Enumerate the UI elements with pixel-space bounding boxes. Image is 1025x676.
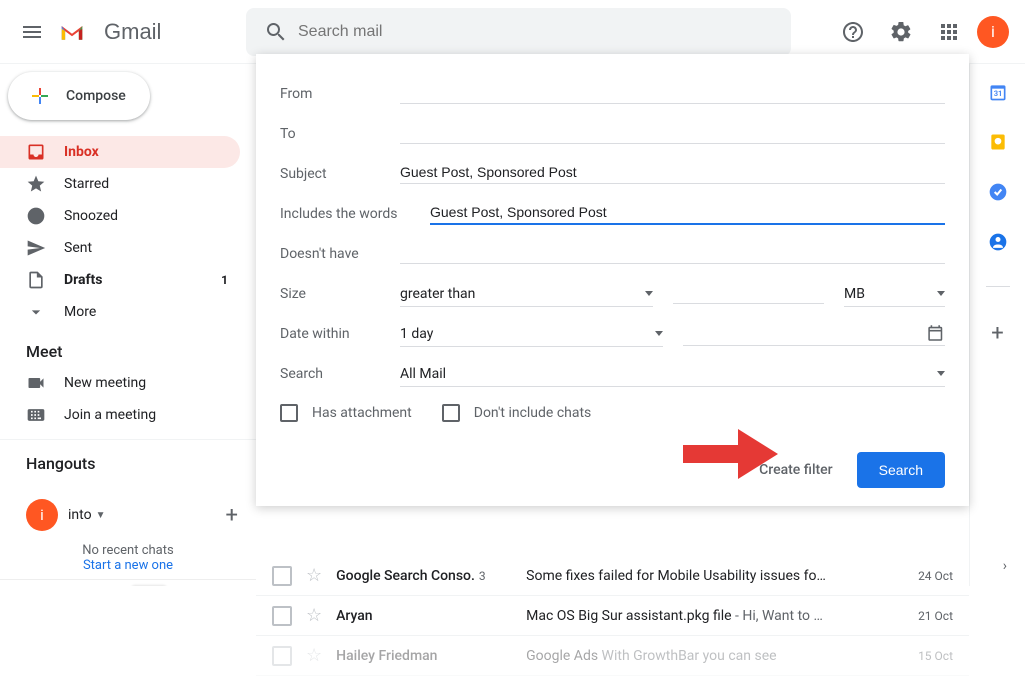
side-panel: 31 + ›: [969, 64, 1025, 586]
search-bar[interactable]: [246, 8, 791, 56]
video-icon: [26, 373, 46, 393]
calendar-app-icon[interactable]: 31: [988, 82, 1008, 102]
help-icon[interactable]: [833, 12, 873, 52]
plus-icon: [28, 84, 52, 108]
from-input[interactable]: [400, 84, 945, 100]
size-unit-select[interactable]: MB: [844, 282, 945, 307]
no-chats-text: No recent chats: [0, 543, 256, 558]
email-list: ☆ Google Search Conso.3 Some fixes faile…: [256, 556, 969, 676]
date-label: Date within: [280, 326, 400, 342]
sidebar-item-sent[interactable]: Sent: [0, 232, 240, 264]
meet-title: Meet: [0, 328, 256, 367]
size-operator-select[interactable]: greater than: [400, 282, 653, 307]
new-meeting-button[interactable]: New meeting: [0, 367, 256, 399]
email-row[interactable]: ☆ Hailey Friedman Google Ads With Growth…: [256, 636, 969, 676]
gmail-logo[interactable]: Gmail: [56, 19, 236, 45]
inbox-icon: [26, 142, 46, 162]
has-attachment-checkbox[interactable]: Has attachment: [280, 404, 412, 422]
calendar-icon[interactable]: [926, 323, 945, 343]
account-avatar[interactable]: i: [977, 16, 1009, 48]
menu-button[interactable]: [8, 8, 56, 56]
to-label: To: [280, 126, 400, 142]
settings-icon[interactable]: [881, 12, 921, 52]
star-icon: [26, 174, 46, 194]
sidebar-item-snoozed[interactable]: Snoozed: [0, 200, 240, 232]
join-meeting-button[interactable]: Join a meeting: [0, 399, 256, 431]
keyboard-icon: [26, 405, 46, 425]
search-filter-panel: From To Subject Includes the words Doesn…: [256, 54, 969, 506]
from-label: From: [280, 86, 400, 102]
new-chat-button[interactable]: +: [226, 503, 244, 528]
select-checkbox[interactable]: [272, 646, 292, 666]
search-button[interactable]: Search: [857, 452, 945, 488]
search-input[interactable]: [298, 23, 783, 41]
subject-input[interactable]: [400, 164, 945, 180]
app-name: Gmail: [104, 19, 161, 45]
keep-app-icon[interactable]: [988, 132, 1008, 152]
contacts-app-icon[interactable]: [988, 232, 1008, 252]
select-checkbox[interactable]: [272, 606, 292, 626]
start-chat-link[interactable]: Start a new one: [0, 558, 256, 573]
clock-icon: [26, 206, 46, 226]
tasks-app-icon[interactable]: [988, 182, 1008, 202]
apps-icon[interactable]: [929, 12, 969, 52]
dropdown-icon: ▼: [96, 510, 106, 521]
create-filter-link[interactable]: Create filter: [759, 462, 833, 478]
side-panel-toggle[interactable]: ›: [1003, 558, 1007, 574]
file-icon: [26, 270, 46, 290]
sidebar-item-inbox[interactable]: Inbox: [0, 136, 240, 168]
star-toggle[interactable]: ☆: [306, 605, 322, 626]
doesnt-have-input[interactable]: [400, 244, 945, 260]
star-toggle[interactable]: ☆: [306, 645, 322, 666]
chevron-down-icon: [26, 302, 46, 322]
email-row[interactable]: ☆ Google Search Conso.3 Some fixes faile…: [256, 556, 969, 596]
includes-label: Includes the words: [280, 206, 430, 222]
date-within-select[interactable]: 1 day: [400, 322, 663, 347]
size-value-input[interactable]: [673, 284, 825, 300]
main-content: From To Subject Includes the words Doesn…: [256, 64, 969, 586]
hangouts-avatar: i: [26, 499, 58, 531]
sidebar-item-starred[interactable]: Starred: [0, 168, 240, 200]
exclude-chats-checkbox[interactable]: Don't include chats: [442, 404, 592, 422]
compose-label: Compose: [66, 88, 126, 104]
search-icon: [264, 20, 288, 44]
date-input[interactable]: [683, 325, 927, 341]
hangouts-user-row[interactable]: i into ▼ +: [26, 499, 244, 531]
sidebar-item-drafts[interactable]: Drafts 1: [0, 264, 240, 296]
search-scope-label: Search: [280, 366, 400, 382]
size-label: Size: [280, 286, 400, 302]
star-toggle[interactable]: ☆: [306, 565, 322, 586]
email-row[interactable]: ☆ Aryan Mac OS Big Sur assistant.pkg fil…: [256, 596, 969, 636]
select-checkbox[interactable]: [272, 566, 292, 586]
search-scope-select[interactable]: All Mail: [400, 362, 945, 387]
svg-text:31: 31: [993, 89, 1002, 98]
send-icon: [26, 238, 46, 258]
doesnt-have-label: Doesn't have: [280, 246, 400, 262]
compose-button[interactable]: Compose: [8, 72, 150, 120]
hangouts-title: Hangouts: [0, 439, 256, 479]
gmail-logo-icon: [60, 20, 84, 44]
sidebar: Compose Inbox Starred Snoozed Sent Draft…: [0, 64, 256, 586]
to-input[interactable]: [400, 124, 945, 140]
subject-label: Subject: [280, 166, 400, 182]
sidebar-item-more[interactable]: More: [0, 296, 240, 328]
includes-input[interactable]: [430, 204, 945, 220]
add-addon-button[interactable]: +: [991, 321, 1003, 346]
